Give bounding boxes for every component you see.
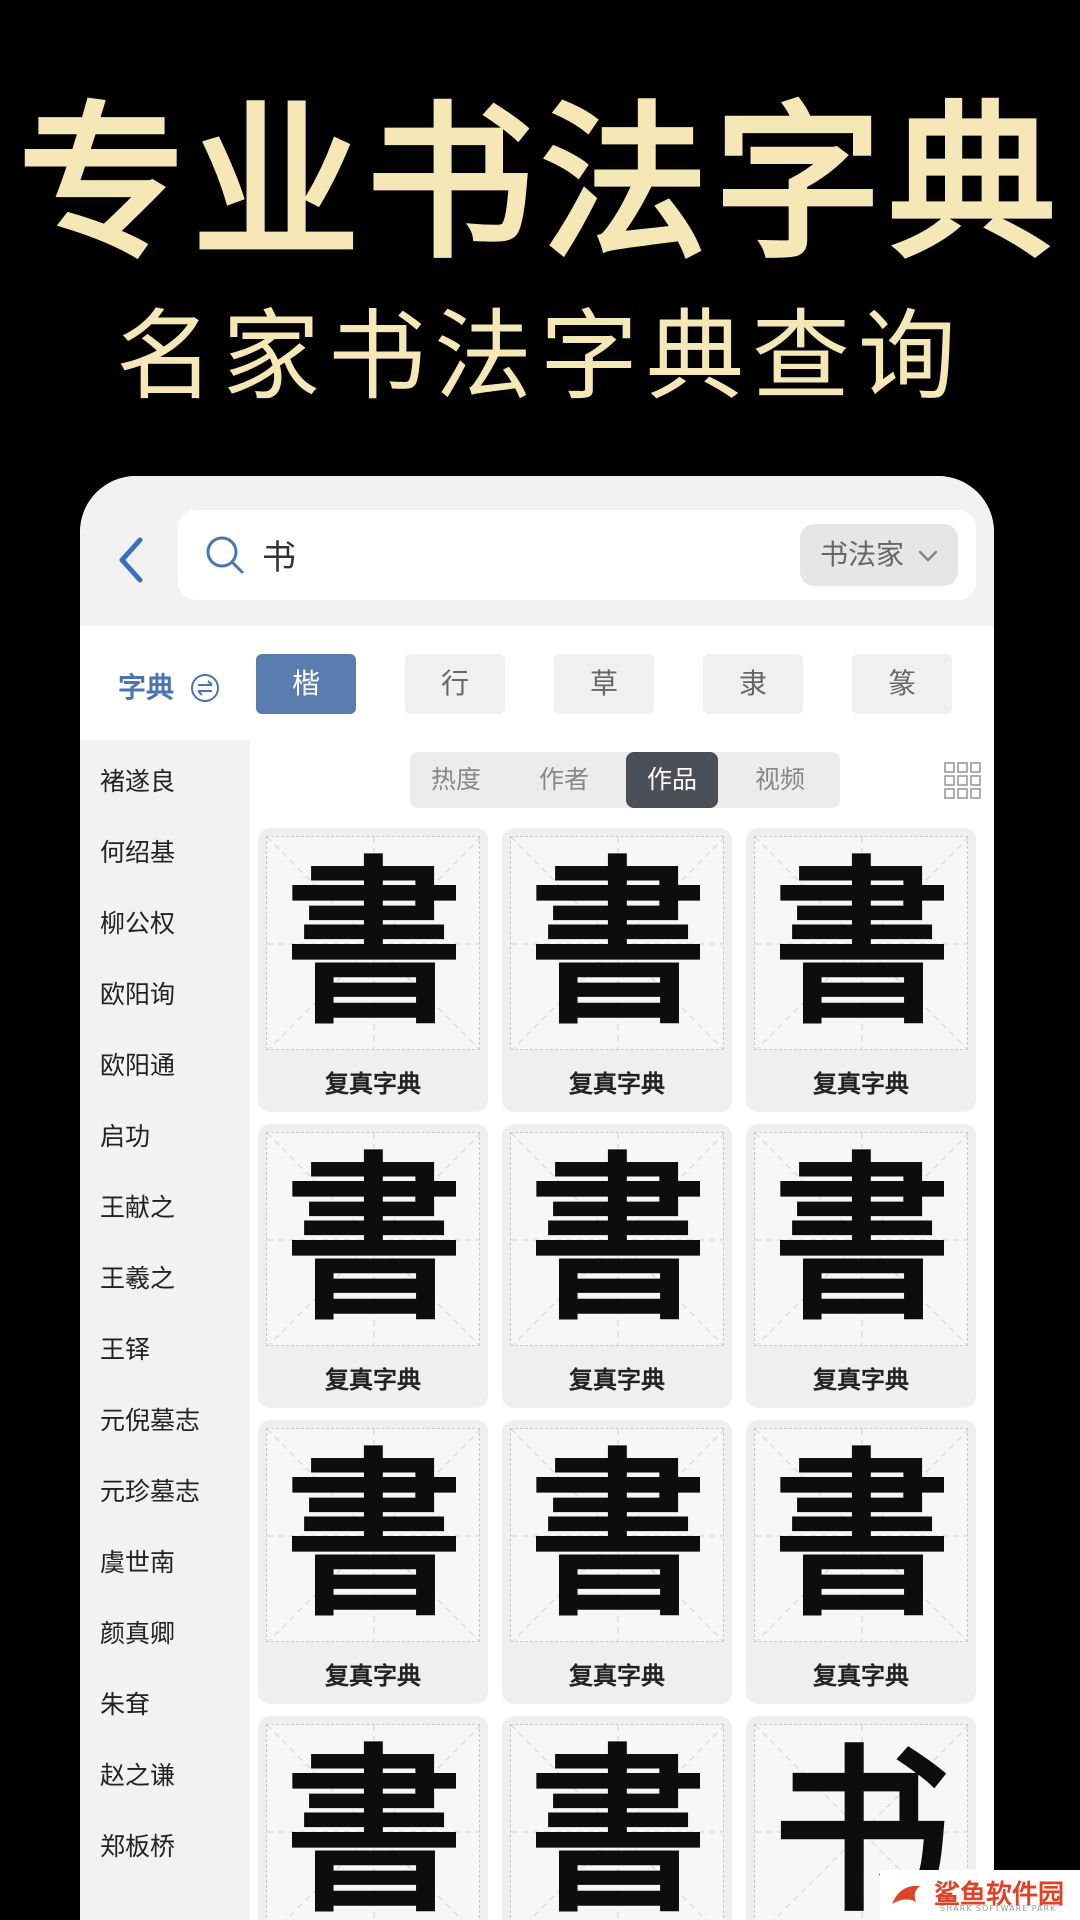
sort-tab-works[interactable]: 作品 <box>626 752 718 808</box>
dictionary-switch-label: 字典 <box>118 671 175 704</box>
calligraphy-glyph: 書 <box>285 1135 463 1344</box>
mizi-grid-box: 書 <box>510 1132 724 1346</box>
glyph-card[interactable]: 書复真字典 <box>258 1420 488 1704</box>
tab-kai[interactable]: 楷 <box>256 654 356 714</box>
glyph-card[interactable]: 書复真字典 <box>746 828 976 1112</box>
calligrapher-item[interactable]: 欧阳询 <box>100 975 175 1011</box>
app-screen: 书 书法家 字典 楷 行 草 隶 篆 褚遂良 何绍基 柳公权 欧阳询 欧阳通 启… <box>80 476 994 1920</box>
calligrapher-item[interactable]: 启功 <box>100 1117 150 1153</box>
calligrapher-item[interactable]: 何绍基 <box>100 833 175 869</box>
glyph-card-caption: 复真字典 <box>325 1366 421 1394</box>
search-scope-dropdown[interactable]: 书法家 <box>800 524 958 586</box>
chevron-down-icon <box>918 550 938 562</box>
calligrapher-item[interactable]: 欧阳通 <box>100 1046 175 1082</box>
calligrapher-item[interactable]: 元倪墓志 <box>100 1401 200 1437</box>
mizi-grid-box: 書 <box>266 1428 480 1642</box>
calligraphy-glyph: 書 <box>529 1431 707 1640</box>
mizi-grid-box: 書 <box>510 1428 724 1642</box>
back-button[interactable] <box>106 530 166 590</box>
tab-li[interactable]: 隶 <box>703 654 803 714</box>
mizi-grid-box: 書 <box>754 1132 968 1346</box>
glyph-card-caption: 复真字典 <box>325 1070 421 1098</box>
calligraphy-glyph: 書 <box>773 1431 951 1640</box>
calligraphy-glyph: 書 <box>773 1135 951 1344</box>
calligraphy-glyph: 書 <box>285 1431 463 1640</box>
calligrapher-item[interactable]: 朱耷 <box>100 1685 150 1721</box>
calligrapher-item[interactable]: 王铎 <box>100 1330 150 1366</box>
tab-xing[interactable]: 行 <box>405 654 505 714</box>
calligrapher-item[interactable]: 柳公权 <box>100 904 175 940</box>
mizi-grid-box: 書 <box>510 836 724 1050</box>
chevron-left-icon <box>119 537 143 583</box>
search-header: 书 书法家 <box>80 476 994 626</box>
glyph-card-caption: 复真字典 <box>569 1070 665 1098</box>
glyph-card[interactable]: 書复真字典 <box>746 1420 976 1704</box>
tab-cao[interactable]: 草 <box>554 654 654 714</box>
mizi-grid-box: 書 <box>754 836 968 1050</box>
sort-tab-popularity[interactable]: 热度 <box>410 752 502 808</box>
calligraphy-glyph: 書 <box>529 1727 707 1920</box>
calligrapher-item[interactable]: 颜真卿 <box>100 1614 175 1650</box>
glyph-card-caption: 复真字典 <box>813 1662 909 1690</box>
mizi-grid-box: 書 <box>266 1724 480 1920</box>
watermark-tagline: SHARK SOFTWARE PARK <box>940 1904 1057 1913</box>
calligrapher-item[interactable]: 郑板桥 <box>100 1827 175 1863</box>
calligraphy-glyph: 書 <box>529 839 707 1048</box>
site-watermark: 鲨鱼软件园 SHARK SOFTWARE PARK <box>880 1870 1080 1920</box>
mizi-grid-box: 書 <box>510 1724 724 1920</box>
calligrapher-item[interactable]: 虞世南 <box>100 1543 175 1579</box>
swap-icon <box>190 674 219 702</box>
sort-segmented-control: 热度 作者 作品 视频 <box>410 752 840 808</box>
grid-view-icon[interactable] <box>944 762 982 800</box>
promo-subtitle: 名家书法字典查询 <box>115 300 964 414</box>
calligrapher-item[interactable]: 王献之 <box>100 1188 175 1224</box>
calligraphy-glyph: 書 <box>529 1135 707 1344</box>
glyph-card-caption: 复真字典 <box>813 1366 909 1394</box>
promo-title: 专业书法字典 <box>18 86 1062 282</box>
search-box[interactable]: 书 书法家 <box>178 510 976 600</box>
search-icon <box>206 536 244 574</box>
search-scope-label: 书法家 <box>820 538 905 571</box>
glyph-card[interactable]: 書复真字典 <box>502 828 732 1112</box>
glyph-card[interactable]: 書复真字典 <box>746 1124 976 1408</box>
mizi-grid-box: 書 <box>266 836 480 1050</box>
script-style-tabs: 字典 楷 行 草 隶 篆 <box>80 626 994 740</box>
results-panel: 热度 作者 作品 视频 書复真字典書复真字典書复真字典書复真字典書复真字典書复真… <box>250 740 994 1920</box>
dictionary-switch[interactable]: 字典 <box>118 666 220 706</box>
search-input[interactable]: 书 <box>262 530 296 579</box>
calligraphy-glyph: 書 <box>285 839 463 1048</box>
glyph-card[interactable]: 書复真字典 <box>502 1124 732 1408</box>
calligrapher-item[interactable]: 元珍墓志 <box>100 1472 200 1508</box>
calligrapher-item[interactable]: 王羲之 <box>100 1259 175 1295</box>
sort-tab-video[interactable]: 视频 <box>734 752 826 808</box>
calligraphy-glyph: 書 <box>285 1727 463 1920</box>
calligrapher-item[interactable]: 褚遂良 <box>100 762 175 798</box>
glyph-card[interactable]: 書 <box>502 1716 732 1920</box>
mizi-grid-box: 書 <box>754 1428 968 1642</box>
calligrapher-item[interactable]: 赵之谦 <box>100 1756 175 1792</box>
glyph-card[interactable]: 書复真字典 <box>258 828 488 1112</box>
sort-tab-author[interactable]: 作者 <box>518 752 610 808</box>
glyph-card-caption: 复真字典 <box>569 1662 665 1690</box>
calligrapher-list: 褚遂良 何绍基 柳公权 欧阳询 欧阳通 启功 王献之 王羲之 王铎 元倪墓志 元… <box>80 740 250 1920</box>
mizi-grid-box: 書 <box>266 1132 480 1346</box>
shark-logo-icon <box>892 1885 920 1904</box>
glyph-card-caption: 复真字典 <box>325 1662 421 1690</box>
tab-zhuan[interactable]: 篆 <box>852 654 952 714</box>
glyph-card-caption: 复真字典 <box>813 1070 909 1098</box>
glyph-card-caption: 复真字典 <box>569 1366 665 1394</box>
calligraphy-glyph: 書 <box>773 839 951 1048</box>
glyph-card[interactable]: 書复真字典 <box>502 1420 732 1704</box>
glyph-card[interactable]: 書 <box>258 1716 488 1920</box>
glyph-card[interactable]: 書复真字典 <box>258 1124 488 1408</box>
